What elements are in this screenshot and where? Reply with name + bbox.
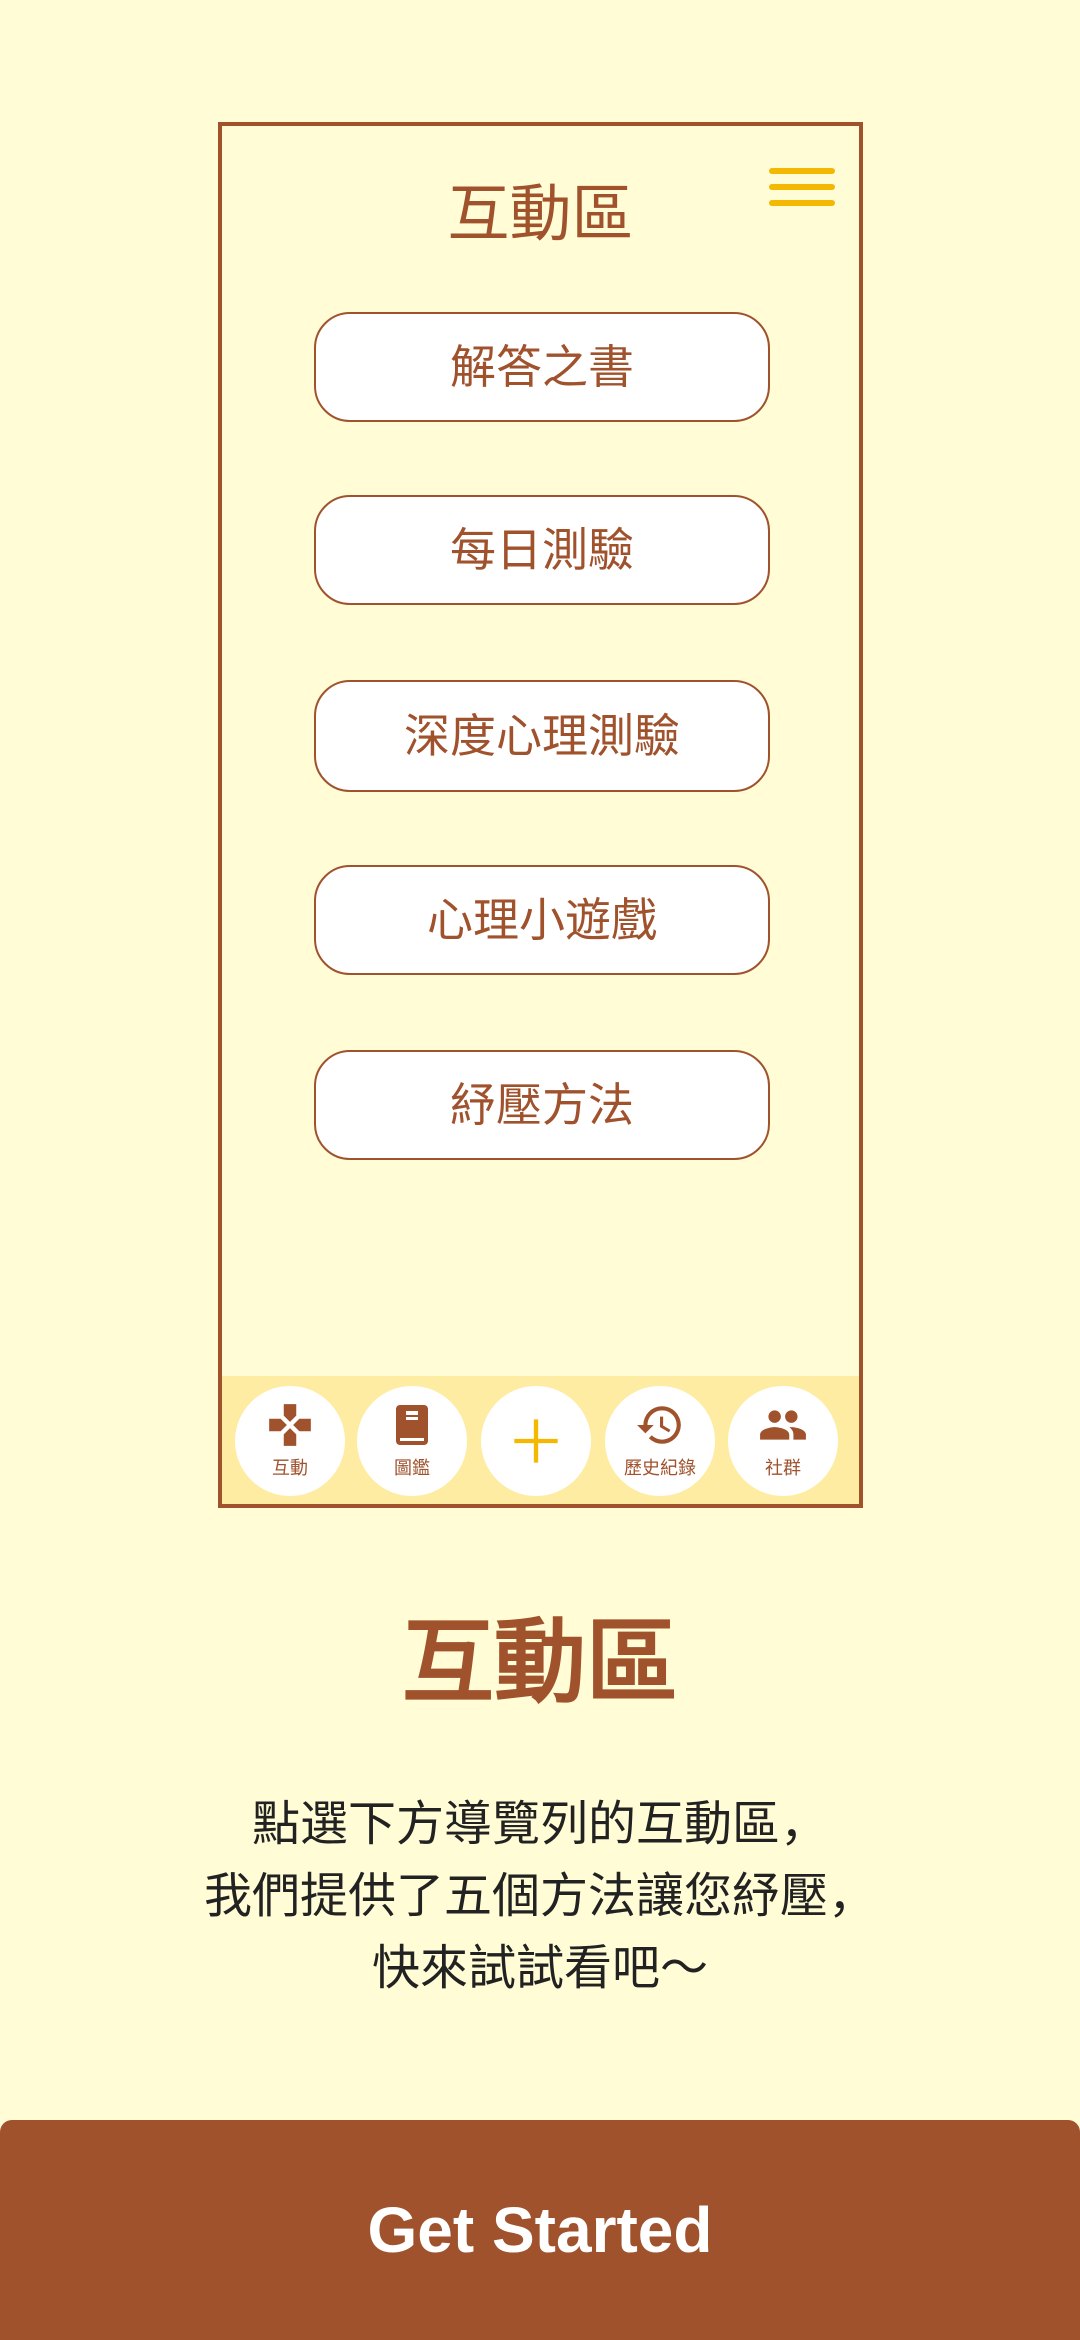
menu-item-deep-psych-test[interactable]: 深度心理測驗 <box>314 680 770 792</box>
bottom-navigation-bar: 互動 圖鑑 歷史紀錄 社群 <box>222 1376 859 1504</box>
description-line-1: 點選下方導覽列的互動區， <box>251 1796 828 1852</box>
menu-item-psych-mini-games[interactable]: 心理小遊戲 <box>314 865 770 975</box>
menu-item-stress-relief-methods[interactable]: 紓壓方法 <box>314 1050 770 1160</box>
tab-add[interactable] <box>481 1386 591 1496</box>
section-headline: 互動區 <box>401 1609 678 1716</box>
menu-item-book-of-answers[interactable]: 解答之書 <box>314 312 770 422</box>
tab-interaction-label: 互動 <box>272 1458 308 1479</box>
tab-interaction[interactable]: 互動 <box>235 1386 345 1496</box>
gamepad-icon <box>235 1400 345 1450</box>
tab-history-label: 歷史紀錄 <box>624 1458 696 1479</box>
people-icon <box>728 1400 838 1450</box>
description-line-3: 快來試試看吧～ <box>371 1940 708 1996</box>
onboarding-screen: 互動區 解答之書 每日測驗 深度心理測驗 心理小遊戲 紓壓方法 互動 圖鑑 歷史… <box>0 0 1080 2340</box>
phone-mockup: 互動區 解答之書 每日測驗 深度心理測驗 心理小遊戲 紓壓方法 互動 圖鑑 歷史… <box>218 122 863 1508</box>
tab-encyclopedia[interactable]: 圖鑑 <box>357 1386 467 1496</box>
get-started-button[interactable]: Get Started <box>0 2120 1080 2340</box>
history-icon <box>605 1400 715 1450</box>
tab-community-label: 社群 <box>765 1458 801 1479</box>
tab-community[interactable]: 社群 <box>728 1386 838 1496</box>
description-text: 點選下方導覽列的互動區， 我們提供了五個方法讓您紓壓， 快來試試看吧～ <box>0 1788 1080 2004</box>
hamburger-menu-icon[interactable] <box>767 162 839 218</box>
menu-item-daily-quiz[interactable]: 每日測驗 <box>314 495 770 605</box>
book-icon <box>357 1400 467 1450</box>
phone-page-title: 互動區 <box>447 177 634 250</box>
tab-history[interactable]: 歷史紀錄 <box>605 1386 715 1496</box>
tab-encyclopedia-label: 圖鑑 <box>394 1458 430 1479</box>
description-line-2: 我們提供了五個方法讓您紓壓， <box>203 1868 876 1924</box>
plus-icon <box>481 1416 591 1466</box>
